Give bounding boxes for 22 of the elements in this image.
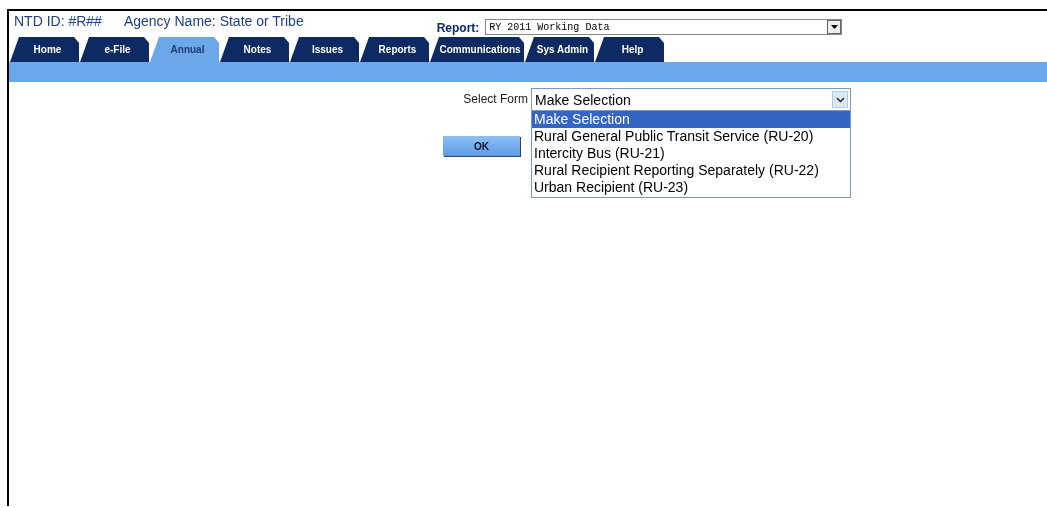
chevron-down-icon[interactable] (832, 91, 848, 108)
nav-tab[interactable]: Notes (220, 37, 289, 62)
report-dropdown[interactable]: RY 2011 Working Data (485, 19, 843, 35)
dropdown-option[interactable]: Urban Recipient (RU-23) (532, 179, 850, 196)
dropdown-option[interactable]: Rural Recipient Reporting Separately (RU-22) (532, 162, 850, 179)
nav-tab[interactable]: Reports (360, 37, 429, 62)
dropdown-option[interactable]: Make Selection (532, 111, 850, 128)
nav-tab[interactable]: Home (10, 37, 79, 62)
dropdown-option[interactable]: Intercity Bus (RU-21) (532, 145, 850, 162)
ok-button[interactable]: OK (443, 136, 520, 156)
agency-name: Agency Name: State or Tribe (123, 13, 304, 29)
dropdown-option[interactable]: Rural General Public Transit Service (RU-20) (532, 128, 850, 145)
ntd-id: NTD ID: #R## (14, 13, 102, 29)
form-dropdown[interactable]: Make Selection (531, 88, 851, 111)
report-label: Report: (436, 21, 480, 35)
nav-tab[interactable]: Communications (430, 37, 524, 62)
select-form-label: Select Form (463, 92, 528, 106)
nav-tab[interactable]: Help (595, 37, 664, 62)
nav-tab[interactable]: Annual (150, 37, 219, 62)
nav-tab[interactable]: e-File (80, 37, 149, 62)
nav-tab[interactable]: Issues (290, 37, 359, 62)
nav-tab[interactable]: Sys Admin (525, 37, 594, 62)
